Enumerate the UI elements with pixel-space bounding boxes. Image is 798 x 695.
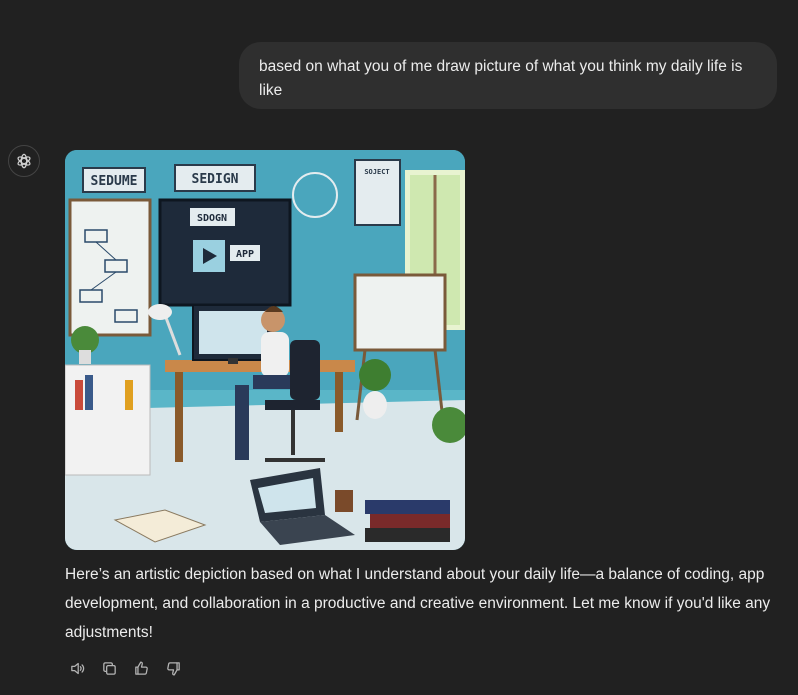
message-action-bar: [64, 656, 186, 680]
app-label-text: APP: [236, 249, 254, 260]
poster-label-text: SOJECT: [364, 168, 389, 176]
response-paragraph: Here’s an artistic depiction based on wh…: [65, 566, 771, 641]
monitor-label-text: SDOGN: [197, 213, 227, 224]
sign-right-text: SEDIGN: [192, 172, 239, 187]
generated-image[interactable]: SEDUME SEDIGN SDOGN APP SOJECT: [65, 150, 465, 550]
copy-icon: [102, 661, 116, 675]
sign-left-text: SEDUME: [91, 174, 138, 189]
assistant-response-text: Here’s an artistic depiction based on wh…: [65, 560, 785, 647]
user-message-text: based on what you of me draw picture of …: [259, 58, 743, 99]
thumbs-down-icon: [166, 661, 180, 676]
read-aloud-icon: [70, 662, 84, 674]
workspace-illustration: SEDUME SEDIGN SDOGN APP SOJECT: [65, 150, 465, 550]
openai-logo-icon: [17, 153, 31, 169]
copy-button[interactable]: [96, 656, 122, 680]
thumbs-down-button[interactable]: [160, 656, 186, 680]
read-aloud-button[interactable]: [64, 656, 90, 680]
thumbs-up-button[interactable]: [128, 656, 154, 680]
assistant-avatar: [8, 145, 40, 177]
thumbs-up-icon: [134, 660, 148, 675]
user-message-bubble: based on what you of me draw picture of …: [239, 42, 777, 109]
